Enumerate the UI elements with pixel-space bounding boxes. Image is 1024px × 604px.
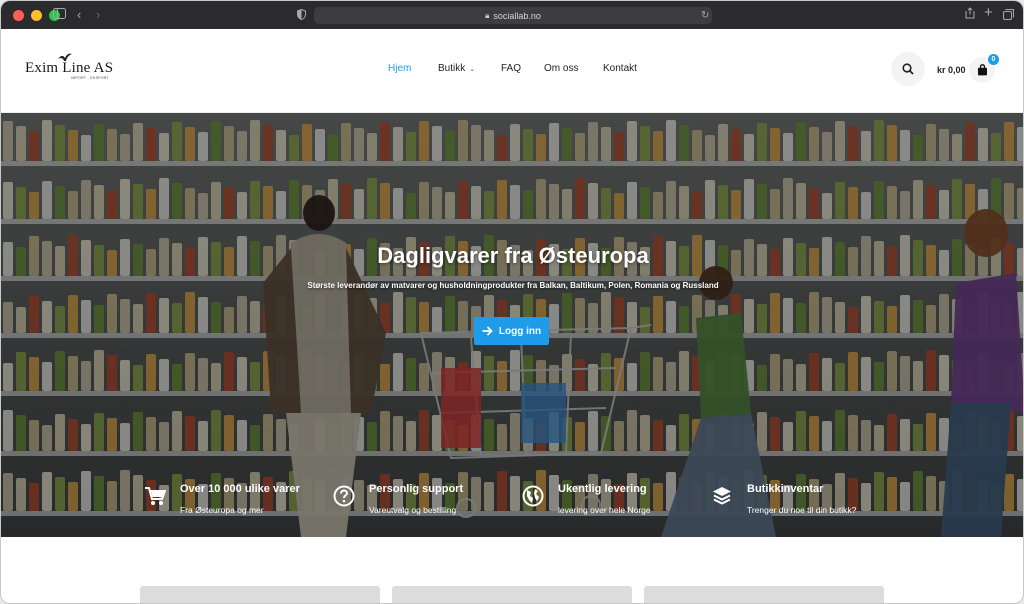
browser-toolbar: ‹ › 🔒︎ sociallab.no ↻ + <box>1 1 1023 29</box>
nav-item-butikk-label: Butikk <box>438 63 466 74</box>
cart-count-badge: 0 <box>988 54 999 65</box>
nav-item-butikk[interactable]: Butikk ⌄ <box>438 63 475 74</box>
feature-text: Trenger du noe til din butikk? <box>747 505 857 515</box>
nav-item-faq[interactable]: FAQ <box>501 63 521 74</box>
content-card <box>392 586 632 603</box>
content-card <box>644 586 884 603</box>
layers-icon <box>713 487 731 505</box>
lock-icon: 🔒︎ <box>485 10 490 20</box>
hero-subtitle: Største leverandør av matvarer og hushol… <box>307 281 719 290</box>
shopping-bag-icon <box>977 64 987 76</box>
url-text: sociallab.no <box>493 10 541 21</box>
sidebar-toggle-icon[interactable] <box>53 7 66 23</box>
question-icon <box>333 485 355 507</box>
back-icon[interactable]: ‹ <box>77 7 81 23</box>
forward-icon[interactable]: › <box>96 7 100 23</box>
hero-banner: Dagligvarer fra Østeuropa Største levera… <box>1 113 1023 537</box>
nav-item-om-oss[interactable]: Om oss <box>544 63 578 74</box>
content-card <box>140 586 380 603</box>
nav-item-kontakt[interactable]: Kontakt <box>603 63 637 74</box>
feature-text: Vareutvalg og bestilling <box>369 505 457 515</box>
search-button[interactable] <box>891 52 925 86</box>
arrow-right-icon <box>482 326 493 336</box>
feature-text: levering over hele Norge <box>558 505 651 515</box>
tab-overview-icon[interactable] <box>1003 8 1014 24</box>
login-button-label: Logg inn <box>498 325 542 337</box>
address-bar[interactable]: 🔒︎ sociallab.no <box>314 7 712 24</box>
share-icon[interactable] <box>965 7 975 23</box>
privacy-shield-icon[interactable] <box>297 8 306 24</box>
new-tab-icon[interactable]: + <box>984 5 993 21</box>
cart-total[interactable]: kr 0,00 <box>937 65 966 75</box>
hero-title: Dagligvarer fra Østeuropa <box>377 243 649 268</box>
nav-item-hjem[interactable]: Hjem <box>388 63 411 74</box>
search-icon <box>902 63 914 75</box>
site-logo[interactable]: Exim Line AS IMPORT - EKSPORT <box>25 53 113 80</box>
feature-title: Ukentlig levering <box>558 483 647 495</box>
globe-icon <box>522 485 544 507</box>
close-window-button[interactable] <box>13 9 24 21</box>
chevron-down-icon: ⌄ <box>469 66 476 73</box>
feature-title: Personlig support <box>369 483 464 495</box>
feature-text: Fra Østeuropa og mer <box>180 505 264 515</box>
cart-icon <box>145 487 166 505</box>
minimize-window-button[interactable] <box>31 9 42 21</box>
bird-logo-icon <box>58 53 72 66</box>
browser-window: ‹ › 🔒︎ sociallab.no ↻ + Exim Line AS IMP… <box>0 0 1024 604</box>
reload-icon[interactable]: ↻ <box>701 8 709 24</box>
login-button[interactable]: Logg inn <box>474 317 549 345</box>
feature-title: Butikkinventar <box>747 483 824 495</box>
logo-subtitle: IMPORT - EKSPORT <box>71 76 110 80</box>
feature-title: Over 10 000 ulike varer <box>180 483 300 495</box>
